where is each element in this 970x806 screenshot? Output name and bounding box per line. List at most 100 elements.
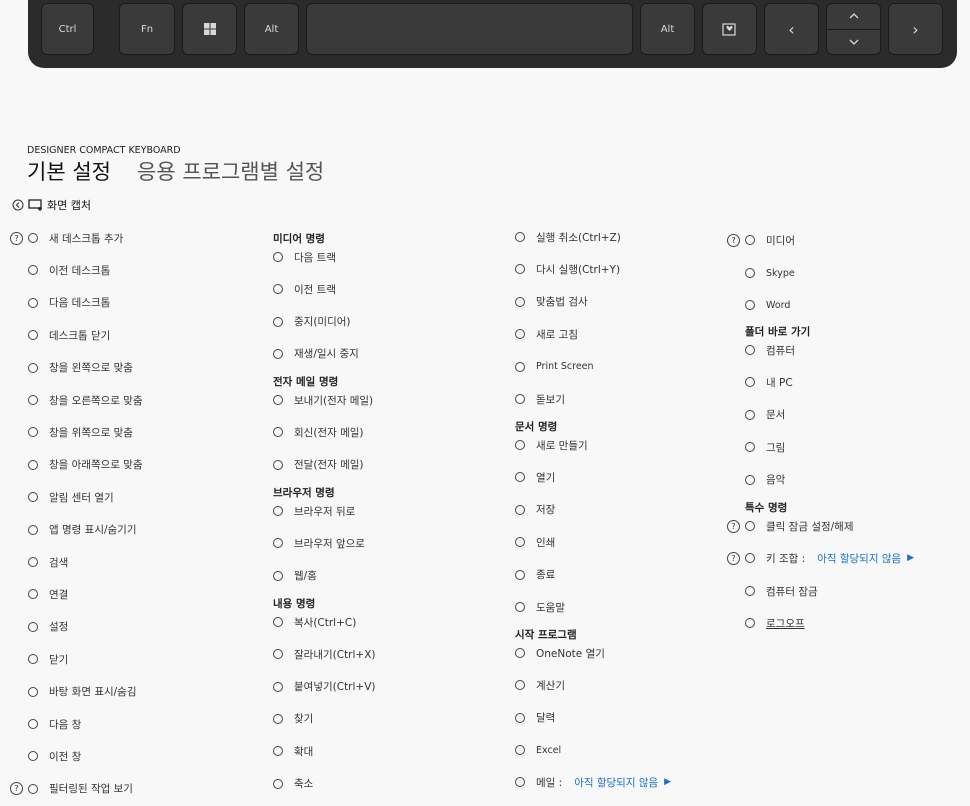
option-item[interactable]: 창을 위쪽으로 맞춤 bbox=[28, 422, 133, 442]
radio-button[interactable] bbox=[745, 268, 755, 278]
radio-button[interactable] bbox=[745, 300, 755, 311]
logoff-option[interactable]: 로그오프 bbox=[745, 613, 805, 633]
radio-button[interactable] bbox=[515, 569, 525, 580]
radio-button[interactable] bbox=[28, 492, 38, 503]
radio-button[interactable] bbox=[28, 589, 38, 600]
radio-button[interactable] bbox=[28, 686, 38, 697]
radio-button[interactable] bbox=[273, 746, 283, 757]
radio-button[interactable] bbox=[273, 506, 283, 516]
option-item[interactable]: 웹/홈 bbox=[273, 566, 317, 586]
help-icon[interactable]: ? bbox=[727, 233, 740, 247]
radio-button[interactable] bbox=[515, 361, 525, 372]
radio-button[interactable] bbox=[273, 459, 283, 470]
radio-button[interactable] bbox=[515, 602, 525, 612]
option-item[interactable]: 음악 bbox=[745, 470, 785, 490]
play-arrow-icon[interactable]: ▶ bbox=[907, 553, 914, 563]
option-item[interactable]: 실행 취소(Ctrl+Z) bbox=[515, 227, 621, 247]
option-item[interactable]: 회신(전자 메일) bbox=[273, 422, 364, 442]
option-item[interactable]: 문서 bbox=[745, 405, 785, 425]
option-item[interactable]: 이전 데스크톱 bbox=[28, 260, 110, 280]
option-item[interactable]: Skype bbox=[745, 263, 795, 283]
option-item[interactable]: ? 필터링된 작업 보기 bbox=[10, 779, 133, 799]
option-item[interactable]: 돋보기 bbox=[515, 389, 565, 409]
radio-button[interactable] bbox=[28, 297, 38, 308]
radio-button[interactable] bbox=[28, 719, 38, 729]
radio-button[interactable] bbox=[515, 745, 525, 756]
radio-button[interactable] bbox=[273, 649, 283, 660]
option-item[interactable]: 바탕 화면 표시/숨김 bbox=[28, 682, 137, 702]
fn-key[interactable]: Fn bbox=[119, 3, 175, 55]
radio-button[interactable] bbox=[273, 316, 283, 327]
option-item[interactable]: ? 새 데스크톱 추가 bbox=[10, 228, 123, 248]
radio-button[interactable] bbox=[273, 713, 283, 724]
option-item[interactable]: 다시 실행(Ctrl+Y) bbox=[515, 259, 620, 279]
radio-button[interactable] bbox=[515, 264, 525, 275]
option-item[interactable]: 이전 창 bbox=[28, 746, 81, 766]
space-key[interactable] bbox=[306, 3, 633, 55]
option-item[interactable]: 창을 왼쪽으로 맞춤 bbox=[28, 358, 133, 378]
down-arrow-icon[interactable] bbox=[827, 28, 880, 55]
radio-button[interactable] bbox=[515, 394, 525, 404]
key-combination-option[interactable]: ? 키 조합 : 아직 할당되지 않음 ▶ bbox=[727, 548, 914, 568]
radio-button[interactable] bbox=[28, 524, 38, 535]
radio-button[interactable] bbox=[515, 472, 525, 483]
radio-button[interactable] bbox=[515, 296, 525, 307]
radio-button[interactable] bbox=[273, 395, 283, 405]
mail-option[interactable]: 메일 : 아직 할당되지 않음 ▶ bbox=[515, 772, 671, 792]
radio-button[interactable] bbox=[273, 284, 283, 295]
option-item[interactable]: 연결 bbox=[28, 584, 68, 604]
radio-button[interactable] bbox=[745, 409, 755, 420]
radio-button[interactable] bbox=[745, 618, 755, 628]
option-item[interactable]: 알림 센터 열기 bbox=[28, 487, 114, 507]
radio-button[interactable] bbox=[515, 680, 525, 691]
radio-button[interactable] bbox=[28, 233, 38, 243]
option-item[interactable]: 새로 고침 bbox=[515, 324, 578, 344]
radio-button[interactable] bbox=[28, 459, 38, 470]
option-item[interactable]: 컴퓨터 bbox=[745, 340, 795, 360]
up-down-key[interactable] bbox=[826, 3, 881, 55]
left-arrow-key[interactable]: ‹ bbox=[764, 3, 819, 55]
option-item[interactable]: 축소 bbox=[273, 774, 313, 794]
option-item[interactable]: 확대 bbox=[273, 741, 313, 761]
option-item[interactable]: 재생/일시 중지 bbox=[273, 344, 359, 364]
help-icon[interactable]: ? bbox=[10, 231, 23, 245]
option-item[interactable]: 복사(Ctrl+C) bbox=[273, 612, 356, 632]
option-item[interactable]: 다음 데스크톱 bbox=[28, 293, 110, 313]
option-item[interactable]: OneNote 열기 bbox=[515, 643, 605, 663]
radio-button[interactable] bbox=[515, 712, 525, 723]
radio-button[interactable] bbox=[745, 553, 755, 563]
mail-assign-link[interactable]: 아직 할당되지 않음 bbox=[574, 775, 658, 790]
radio-button[interactable] bbox=[28, 557, 38, 567]
option-item[interactable]: 창을 오른쪽으로 맞춤 bbox=[28, 390, 143, 410]
option-item[interactable]: 중지(미디어) bbox=[273, 312, 351, 332]
ctrl-key[interactable]: Ctrl bbox=[41, 3, 94, 55]
radio-button[interactable] bbox=[28, 427, 38, 438]
radio-button[interactable] bbox=[273, 681, 283, 692]
alt-right-key[interactable]: Alt bbox=[640, 3, 695, 55]
option-item[interactable]: 이전 트랙 bbox=[273, 279, 336, 299]
help-icon[interactable]: ? bbox=[10, 782, 23, 796]
radio-button[interactable] bbox=[745, 377, 755, 388]
option-item[interactable]: 내 PC bbox=[745, 372, 793, 392]
option-item[interactable]: 잘라내기(Ctrl+X) bbox=[273, 644, 376, 664]
option-item[interactable]: 창을 아래쪽으로 맞춤 bbox=[28, 455, 143, 475]
option-item[interactable]: 브라우저 뒤로 bbox=[273, 501, 355, 521]
option-item[interactable]: 저장 bbox=[515, 500, 555, 520]
radio-button[interactable] bbox=[273, 427, 283, 438]
radio-button[interactable] bbox=[745, 586, 755, 596]
option-item[interactable]: 달력 bbox=[515, 708, 555, 728]
radio-button[interactable] bbox=[28, 265, 38, 276]
right-arrow-key[interactable]: › bbox=[888, 3, 943, 55]
radio-button[interactable] bbox=[273, 570, 283, 581]
option-item[interactable]: 계산기 bbox=[515, 675, 565, 695]
option-item[interactable]: Word bbox=[745, 295, 790, 315]
radio-button[interactable] bbox=[273, 538, 283, 549]
option-item[interactable]: 브라우저 앞으로 bbox=[273, 533, 365, 553]
radio-button[interactable] bbox=[273, 617, 283, 627]
option-item[interactable]: 그림 bbox=[745, 437, 785, 457]
radio-button[interactable] bbox=[745, 521, 755, 531]
up-arrow-icon[interactable] bbox=[827, 4, 880, 29]
key-combination-assign-link[interactable]: 아직 할당되지 않음 bbox=[817, 551, 901, 566]
option-item[interactable]: 새로 만들기 bbox=[515, 435, 588, 455]
option-item[interactable]: 다음 트랙 bbox=[273, 247, 336, 267]
